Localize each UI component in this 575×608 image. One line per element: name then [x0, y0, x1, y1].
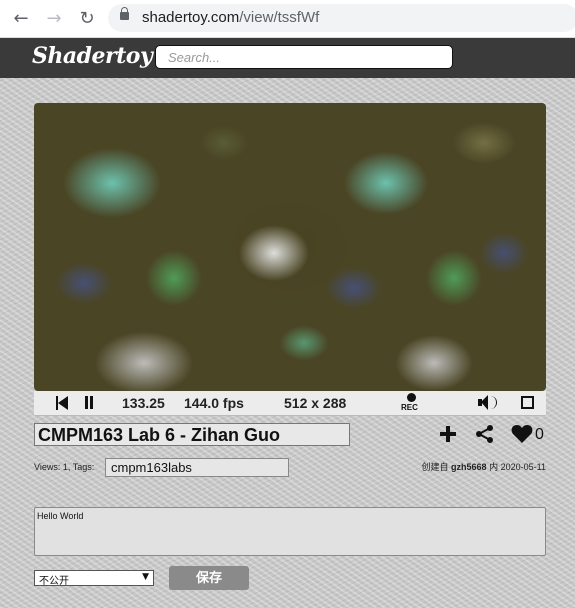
- volume-icon[interactable]: [478, 395, 498, 411]
- fps-readout: 144.0 fps: [184, 395, 244, 411]
- created-info: 创建自 gzh5668 内 2020-05-11: [422, 460, 546, 473]
- description-field[interactable]: Hello World: [34, 507, 546, 556]
- likes-count: 0: [535, 426, 544, 443]
- search-input[interactable]: [155, 45, 453, 69]
- lock-icon: [120, 7, 129, 20]
- created-mid: 内: [489, 462, 499, 472]
- forward-arrow-icon[interactable]: →: [42, 6, 66, 30]
- tags-field[interactable]: cmpm163labs: [105, 458, 289, 477]
- pause-icon[interactable]: [84, 396, 94, 409]
- add-to-playlist-icon[interactable]: [440, 426, 456, 442]
- time-readout: 133.25: [122, 395, 165, 411]
- author-link[interactable]: gzh5668: [451, 462, 487, 472]
- browser-toolbar: ← → ↻ shadertoy.com/view/tssfWf: [0, 0, 575, 38]
- address-bar[interactable]: shadertoy.com/view/tssfWf: [108, 4, 575, 32]
- site-logo[interactable]: Shadertoy: [32, 43, 153, 69]
- site-header: Shadertoy: [0, 38, 575, 78]
- url-domain: shadertoy.com: [142, 9, 240, 26]
- url-text: shadertoy.com/view/tssfWf: [142, 9, 319, 26]
- views-label: Views: 1, Tags:: [34, 462, 95, 472]
- created-date: 2020-05-11: [500, 462, 546, 472]
- record-label[interactable]: REC: [401, 403, 418, 412]
- reload-icon[interactable]: ↻: [75, 6, 99, 30]
- visibility-value: 不公开: [39, 576, 69, 587]
- record-icon[interactable]: [407, 393, 416, 402]
- dropdown-arrow-icon: ▼: [142, 572, 149, 582]
- heart-icon[interactable]: [511, 425, 533, 444]
- fullscreen-icon[interactable]: [521, 396, 534, 409]
- share-icon[interactable]: [475, 425, 495, 443]
- save-button[interactable]: 保存: [169, 566, 249, 590]
- rewind-icon[interactable]: [56, 396, 68, 410]
- shader-title-field[interactable]: CMPM163 Lab 6 - Zihan Guo: [34, 423, 350, 446]
- shader-canvas[interactable]: [34, 103, 546, 391]
- visibility-select[interactable]: 不公开 ▼: [34, 570, 154, 587]
- url-path: /view/tssfWf: [239, 9, 320, 26]
- player-controls: 133.25 144.0 fps 512 x 288 REC: [34, 391, 546, 416]
- back-arrow-icon[interactable]: ←: [9, 6, 33, 30]
- resolution-readout: 512 x 288: [284, 395, 347, 411]
- created-prefix: 创建自: [421, 462, 449, 472]
